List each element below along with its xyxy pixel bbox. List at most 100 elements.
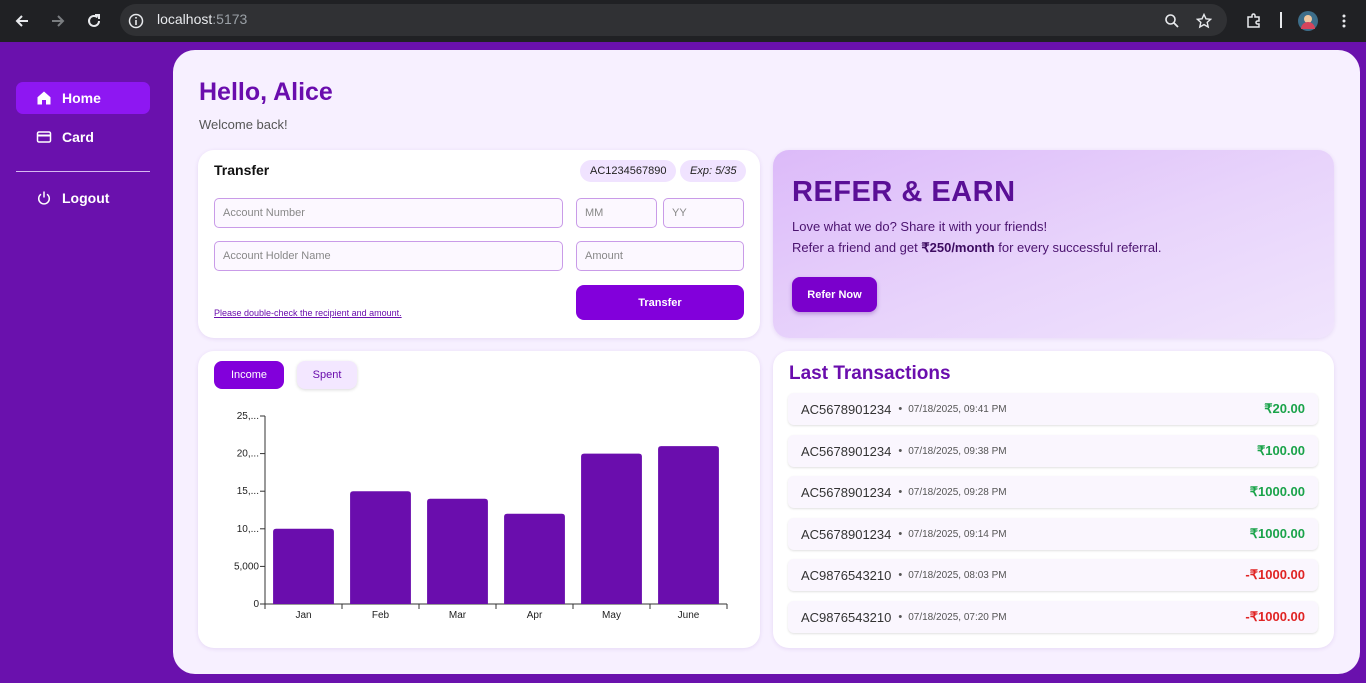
- bookmark-star-icon[interactable]: [1192, 9, 1216, 33]
- transaction-time: 07/18/2025, 07:20 PM: [908, 611, 1007, 623]
- logout-label: Logout: [62, 190, 110, 206]
- bar-june: [658, 446, 719, 604]
- transaction-row[interactable]: AC9876543210 • 07/18/2025, 07:20 PM -₹1000.…: [788, 601, 1318, 633]
- sidebar-divider: [16, 171, 150, 172]
- x-tick-label: Jan: [295, 610, 311, 621]
- transaction-amount: ₹1000.00: [1249, 526, 1305, 541]
- transaction-amount: -₹1000.00: [1245, 609, 1305, 624]
- profile-avatar-icon[interactable]: [1296, 9, 1320, 33]
- transaction-row[interactable]: AC5678901234 • 07/18/2025, 09:28 PM ₹1000.0…: [788, 476, 1318, 508]
- transaction-row[interactable]: AC9876543210 • 07/18/2025, 08:03 PM -₹1000.…: [788, 559, 1318, 591]
- transaction-amount: -₹1000.00: [1245, 567, 1305, 582]
- browser-toolbar: localhost:5173: [0, 0, 1366, 42]
- x-tick-label: May: [602, 610, 621, 621]
- y-tick-label: 25,...: [237, 411, 259, 422]
- site-info-icon[interactable]: [124, 9, 148, 33]
- power-icon: [36, 190, 52, 206]
- transaction-time: 07/18/2025, 09:28 PM: [908, 486, 1007, 498]
- url-port: :5173: [212, 11, 248, 27]
- page-title: Hello, Alice: [199, 78, 333, 106]
- bullet-separator: •: [898, 403, 903, 415]
- sidebar-item-label: Home: [62, 90, 101, 106]
- bullet-separator: •: [898, 486, 903, 498]
- address-bar[interactable]: [120, 4, 1227, 36]
- x-tick-label: Feb: [372, 610, 390, 621]
- sidebar-item-logout[interactable]: Logout: [16, 182, 150, 214]
- y-tick-label: 10,...: [237, 524, 259, 535]
- transfer-title: Transfer: [214, 162, 270, 178]
- transfer-card: Transfer AC1234567890 Exp: 5/35 Account …: [198, 150, 760, 338]
- expiry-badge: Exp: 5/35: [680, 160, 747, 182]
- bar-feb: [350, 491, 411, 604]
- transaction-time: 07/18/2025, 09:41 PM: [908, 403, 1007, 415]
- transaction-account: AC5678901234: [801, 401, 892, 417]
- account-number-input[interactable]: Account Number: [214, 198, 563, 228]
- bullet-separator: •: [898, 445, 903, 457]
- income-bar-chart: 0 5,000 10,... 15,... 20,... 25,... Jan Feb Mar A…: [234, 411, 728, 621]
- transaction-row[interactable]: AC5678901234 • 07/18/2025, 09:41 PM ₹20.00: [788, 393, 1318, 425]
- bar-apr: [504, 513, 565, 604]
- bullet-separator: •: [898, 569, 903, 581]
- welcome-subtitle: Welcome back!: [199, 117, 288, 132]
- refer-line-2-suffix: for every successful referral.: [994, 240, 1162, 255]
- y-tick-label: 20,...: [237, 449, 259, 460]
- sidebar-item-label: Card: [62, 129, 94, 145]
- transfer-button[interactable]: Transfer: [576, 285, 744, 320]
- transaction-amount: ₹20.00: [1264, 401, 1305, 416]
- refer-line-2-prefix: Refer a friend and get: [792, 240, 922, 255]
- y-tick-label: 0: [253, 599, 259, 610]
- reload-icon[interactable]: [82, 9, 106, 33]
- refer-line-1: Love what we do? Share it with your frie…: [792, 219, 1048, 234]
- menu-kebab-icon[interactable]: [1332, 9, 1356, 33]
- transaction-account: AC9876543210: [801, 567, 892, 583]
- refer-line-2: Refer a friend and get ₹250/month for ev…: [792, 240, 1162, 256]
- account-holder-input[interactable]: Account Holder Name: [214, 241, 563, 271]
- url-host: localhost: [157, 11, 213, 27]
- transaction-amount: ₹1000.00: [1249, 484, 1305, 499]
- transaction-row[interactable]: AC5678901234 • 07/18/2025, 09:14 PM ₹1000.0…: [788, 518, 1318, 550]
- bar-mar: [427, 498, 488, 604]
- zoom-icon[interactable]: [1160, 9, 1184, 33]
- extensions-icon[interactable]: [1242, 9, 1266, 33]
- bullet-separator: •: [898, 528, 903, 540]
- bar-may: [581, 453, 642, 604]
- amount-input[interactable]: Amount: [576, 241, 744, 271]
- y-tick-label: 15,...: [237, 486, 259, 497]
- x-tick-label: June: [678, 610, 700, 621]
- bar-jan: [273, 528, 334, 604]
- transaction-time: 07/18/2025, 08:03 PM: [908, 569, 1007, 581]
- forward-arrow-icon[interactable]: [46, 9, 70, 33]
- bullet-separator: •: [898, 611, 903, 623]
- y-tick-label: 5,000: [234, 561, 259, 572]
- toolbar-separator: [1280, 12, 1282, 28]
- transactions-title: Last Transactions: [789, 363, 951, 384]
- refer-now-button[interactable]: Refer Now: [792, 277, 877, 312]
- refer-reward-amount: ₹250/month: [921, 240, 995, 255]
- transaction-account: AC5678901234: [801, 484, 892, 500]
- back-arrow-icon[interactable]: [10, 9, 34, 33]
- url-text: localhost:5173: [157, 11, 247, 27]
- sidebar-item-home[interactable]: Home: [16, 82, 150, 114]
- card-icon: [36, 129, 52, 145]
- refer-earn-card: REFER & EARN Love what we do? Share it w…: [773, 150, 1334, 338]
- expiry-year-input[interactable]: YY: [663, 198, 744, 228]
- x-tick-label: Apr: [527, 610, 543, 621]
- x-tick-label: Mar: [449, 610, 467, 621]
- transaction-amount: ₹100.00: [1256, 443, 1305, 458]
- transaction-account: AC9876543210: [801, 609, 892, 625]
- transaction-time: 07/18/2025, 09:14 PM: [908, 528, 1007, 540]
- refer-title: REFER & EARN: [792, 176, 1016, 208]
- sidebar-item-card[interactable]: Card: [16, 121, 150, 153]
- chart-card: Income Spent 0 5,000 10,... 15,... 20,... 25,…: [198, 351, 760, 648]
- transfer-note-link[interactable]: Please double-check the recipient and am…: [214, 308, 402, 318]
- main-content: Hello, Alice Welcome back! Transfer AC12…: [173, 50, 1360, 674]
- expiry-month-input[interactable]: MM: [576, 198, 657, 228]
- sidebar: Home Card Logout: [0, 42, 173, 683]
- home-icon: [36, 90, 52, 106]
- transactions-card: Last Transactions AC5678901234 • 07/18/202…: [773, 351, 1334, 648]
- transaction-time: 07/18/2025, 09:38 PM: [908, 445, 1007, 457]
- account-badge: AC1234567890: [580, 160, 677, 182]
- transaction-account: AC5678901234: [801, 443, 892, 459]
- transaction-account: AC5678901234: [801, 526, 892, 542]
- transaction-row[interactable]: AC5678901234 • 07/18/2025, 09:38 PM ₹100.00: [788, 435, 1318, 467]
